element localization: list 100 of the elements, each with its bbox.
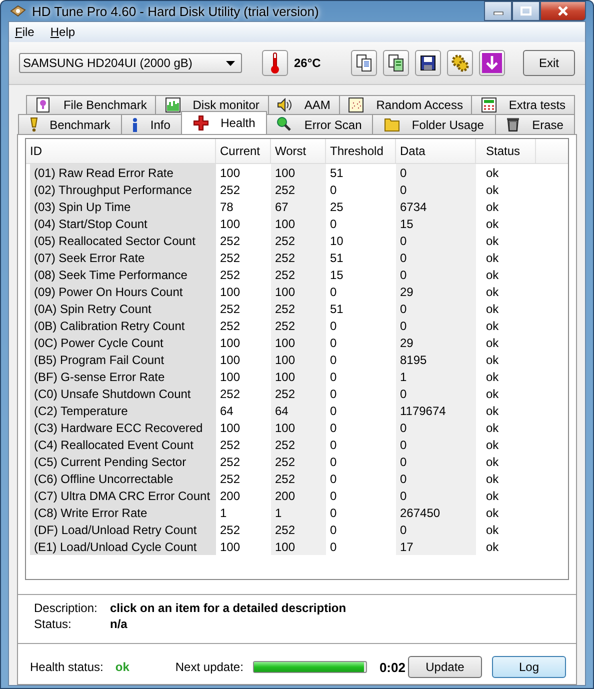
field-label: Description: <box>34 601 98 615</box>
tab[interactable]: File Benchmark <box>26 95 156 114</box>
table-cell-text: 100 <box>219 368 242 385</box>
cross-icon <box>192 115 209 131</box>
folder-icon <box>384 118 400 132</box>
download-button[interactable] <box>479 50 505 76</box>
tab[interactable]: Health <box>181 111 267 134</box>
file-icon <box>35 97 52 113</box>
column-header[interactable]: Data <box>396 139 476 163</box>
table-cell-text: 252 <box>219 300 242 317</box>
table-cell: 0 <box>396 317 476 334</box>
footer-button[interactable]: Update <box>408 656 482 678</box>
tab[interactable]: Folder Usage <box>372 114 496 134</box>
table-cell-text: 0 <box>329 436 338 453</box>
table-cell: 0 <box>396 419 476 436</box>
table-cell: (01) Raw Read Error Rate <box>30 164 216 181</box>
drive-dropdown[interactable]: SAMSUNG HD204UI (2000 gB) <box>19 53 242 73</box>
table-cell-text: 1 <box>219 504 228 521</box>
maximize-button[interactable] <box>512 1 540 21</box>
info-icon <box>132 116 138 132</box>
table-cell-text: ok <box>485 538 500 555</box>
table-cell: 29 <box>396 334 476 351</box>
table-cell-text: ok <box>485 164 500 181</box>
table-cell-text: ok <box>485 300 500 317</box>
table-cell-text: 0 <box>329 470 338 487</box>
table-cell: (09) Power On Hours Count <box>30 283 216 300</box>
table-cell-text: ok <box>485 352 500 368</box>
table-cell-text: 0 <box>329 454 338 470</box>
table-cell: 0 <box>396 266 476 283</box>
table-cell: 0 <box>396 300 476 317</box>
table-cell: 100 <box>271 164 326 181</box>
column-header[interactable]: Current <box>216 139 271 163</box>
table-cell: 0 <box>396 181 476 198</box>
save-button[interactable] <box>415 50 441 76</box>
column-header[interactable]: Status <box>476 139 536 163</box>
footer-button[interactable]: Log <box>492 656 566 678</box>
menu-item[interactable]: File <box>15 25 34 39</box>
tab[interactable]: Random Access <box>338 95 472 114</box>
table-cell: 252 <box>271 181 326 198</box>
thermometer-icon <box>270 52 280 74</box>
table-cell: (03) Spin Up Time <box>30 198 216 215</box>
table-cell-text: 0 <box>329 504 338 521</box>
table-cell: (07) Seek Error Rate <box>30 249 216 266</box>
table-cell: (0C) Power Cycle Count <box>30 334 216 351</box>
table-cell: 0 <box>396 249 476 266</box>
table-cell-text: ok <box>485 216 500 232</box>
column-header[interactable]: ID <box>26 139 216 163</box>
exit-button[interactable]: Exit <box>523 50 575 76</box>
table-cell: (08) Seek Time Performance <box>30 266 216 283</box>
table-cell-text: 252 <box>219 232 242 249</box>
table-cell: 252 <box>271 266 326 283</box>
table-cell-text: 0 <box>329 352 338 368</box>
copy-button[interactable] <box>383 50 409 76</box>
table-cell-text: 0 <box>329 182 338 198</box>
table-cell-text: 78 <box>219 198 234 215</box>
thermometer-button[interactable] <box>262 50 288 76</box>
table-cell: 1 <box>396 368 476 385</box>
table-cell: (BF) G-sense Error Rate <box>30 368 216 385</box>
menu-item[interactable]: Help <box>50 25 76 39</box>
close-button[interactable] <box>540 1 586 21</box>
table-cell: (C4) Reallocated Event Count <box>30 436 216 453</box>
table-cell-text: 252 <box>219 386 242 402</box>
table-cell-text: 0 <box>329 216 338 232</box>
tab[interactable]: Extra tests <box>471 95 576 114</box>
minimize-button[interactable] <box>484 1 512 21</box>
table-cell-text: 252 <box>219 454 242 470</box>
table-cell: 252 <box>271 317 326 334</box>
table-cell-text: 252 <box>219 182 242 198</box>
table-cell: 29 <box>396 283 476 300</box>
table-cell-text: 0 <box>329 420 338 436</box>
table-cell: 8195 <box>396 351 476 368</box>
table-cell-text: ok <box>485 386 500 402</box>
table-cell-text: 0 <box>329 522 338 538</box>
column-header[interactable]: Threshold <box>326 139 396 163</box>
window-title: HD Tune Pro 4.60 - Hard Disk Utility (trial version) <box>32 4 319 18</box>
table-cell-text: 10 <box>329 232 344 249</box>
tab[interactable]: AAM <box>268 95 340 114</box>
table-cell-text: 0 <box>329 334 338 351</box>
table-cell: (04) Start/Stop Count <box>30 215 216 232</box>
table-cell: 200 <box>271 487 326 504</box>
table-cell-text: 51 <box>329 164 344 181</box>
tab[interactable]: Info <box>120 114 182 134</box>
tab[interactable]: Error Scan <box>266 114 374 134</box>
table-cell-text: 100 <box>219 334 242 351</box>
table-cell-text: 0 <box>329 368 338 385</box>
table-cell: (C2) Temperature <box>30 402 216 419</box>
table-cell-text: 200 <box>219 488 242 504</box>
field-value: click on an item for a detailed description <box>110 601 346 615</box>
table-cell: (E1) Load/Unload Cycle Count <box>30 538 216 555</box>
bar-chart-icon <box>164 97 181 113</box>
table-cell-text: 51 <box>329 250 344 266</box>
copy-button[interactable] <box>351 50 377 76</box>
table-cell: (C6) Offline Uncorrectable <box>30 470 216 487</box>
tab[interactable]: Benchmark <box>18 114 122 134</box>
column-header[interactable]: Worst <box>271 139 326 163</box>
settings-button[interactable] <box>447 50 473 76</box>
table-cell: 100 <box>271 538 326 555</box>
tab[interactable]: Erase <box>494 114 576 134</box>
table-cell: 0 <box>396 232 476 249</box>
table-cell: (B5) Program Fail Count <box>30 351 216 368</box>
